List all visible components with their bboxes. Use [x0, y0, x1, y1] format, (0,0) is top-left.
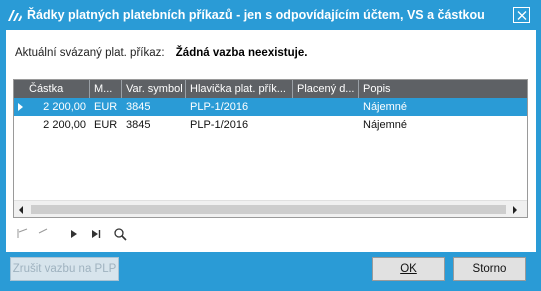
cell-payment-order-header: PLP-1/2016	[190, 101, 249, 113]
cell-payment-order-header: PLP-1/2016	[190, 119, 249, 131]
linked-payment-order-label: Aktuální svázaný plat. příkaz:	[15, 47, 165, 59]
grid-header: Částka M... Var. symbol Hlavička plat. p…	[14, 80, 527, 98]
window-title: Řádky platných platebních příkazů - jen …	[27, 8, 485, 22]
column-header-amount[interactable]: Částka	[14, 80, 90, 98]
cell-description: Nájemné	[363, 101, 408, 113]
column-header-currency[interactable]: M...	[90, 80, 122, 98]
unlink-plp-button[interactable]: Zrušit vazbu na PLP	[10, 257, 119, 281]
column-header-paid-date[interactable]: Placený d...	[293, 80, 359, 98]
cell-var-symbol: 3845	[126, 101, 151, 113]
app-logo-icon	[7, 8, 23, 22]
cell-description: Nájemné	[363, 119, 408, 131]
cell-currency: EUR	[94, 119, 118, 131]
horizontal-scrollbar[interactable]	[14, 200, 527, 217]
scroll-left-icon[interactable]	[19, 206, 23, 214]
row-indicator-icon	[18, 103, 23, 111]
dialog-content: Aktuální svázaný plat. příkaz: Žádná vaz…	[6, 30, 536, 252]
scrollbar-thumb[interactable]	[31, 205, 506, 214]
payment-order-lines-grid[interactable]: Částka M... Var. symbol Hlavička plat. p…	[13, 79, 528, 218]
close-icon	[517, 11, 527, 20]
cell-paid-date	[293, 98, 359, 116]
scroll-right-icon[interactable]	[513, 206, 517, 214]
previous-record-icon[interactable]	[36, 226, 52, 242]
ok-button[interactable]: OK	[372, 257, 445, 281]
title-bar[interactable]: Řádky platných platebních příkazů - jen …	[0, 0, 541, 30]
linked-payment-order-value: Žádná vazba neexistuje.	[175, 47, 308, 59]
cell-paid-date	[293, 116, 359, 134]
cell-currency: EUR	[94, 101, 118, 113]
column-header-description[interactable]: Popis	[359, 80, 527, 98]
linked-payment-order-info: Aktuální svázaný plat. příkaz: Žádná vaz…	[15, 47, 307, 59]
close-button[interactable]	[513, 7, 530, 23]
button-bar: Zrušit vazbu na PLP OK Storno	[0, 252, 541, 291]
ok-button-label: OK	[400, 263, 417, 275]
column-header-var-symbol[interactable]: Var. symbol	[122, 80, 186, 98]
next-record-icon[interactable]	[66, 226, 82, 242]
cell-amount: 2 200,00	[43, 101, 86, 113]
column-header-payment-order-header[interactable]: Hlavička plat. přík...	[186, 80, 293, 98]
dialog-window: Řádky platných platebních příkazů - jen …	[0, 0, 541, 291]
last-record-icon[interactable]	[88, 226, 104, 242]
search-icon[interactable]	[112, 226, 128, 242]
cell-amount: 2 200,00	[43, 119, 86, 131]
cell-var-symbol: 3845	[126, 119, 151, 131]
table-row[interactable]: 2 200,00 EUR 3845 PLP-1/2016 Nájemné	[14, 98, 527, 116]
first-record-icon[interactable]	[16, 226, 32, 242]
table-row[interactable]: 2 200,00 EUR 3845 PLP-1/2016 Nájemné	[14, 116, 527, 134]
cancel-button[interactable]: Storno	[453, 257, 526, 281]
